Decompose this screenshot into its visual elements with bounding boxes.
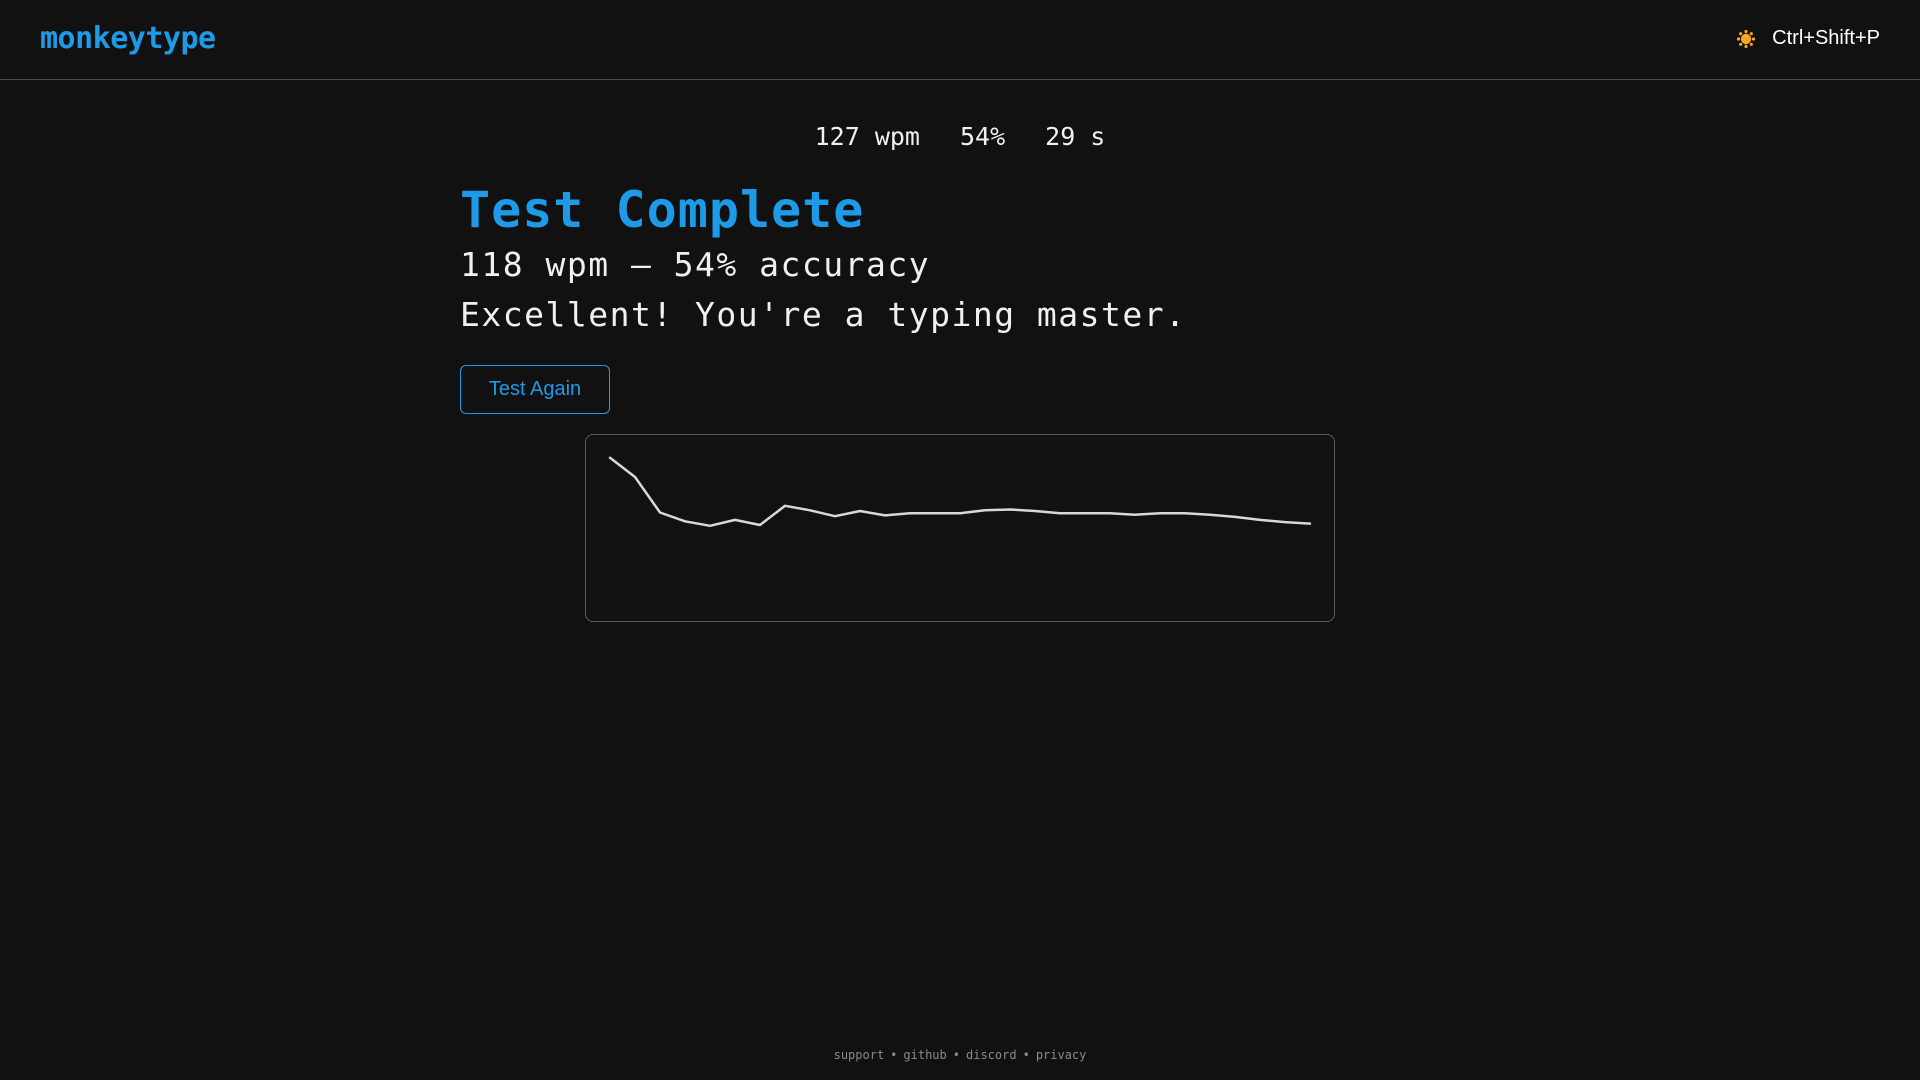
live-time: 29 s: [1045, 122, 1106, 151]
header-right: Ctrl+Shift+P: [1736, 27, 1880, 50]
footer-separator: •: [952, 1048, 960, 1062]
footer-separator: •: [1022, 1048, 1030, 1062]
top-bar: monkeytype Ctrl+Shift+P: [0, 0, 1920, 80]
result-summary: 118 wpm – 54% accuracy: [460, 245, 931, 284]
wpm-chart-svg: [608, 456, 1312, 528]
live-accuracy: 54%: [959, 122, 1006, 151]
live-wpm: 127 wpm: [814, 122, 920, 151]
sun-icon[interactable]: [1736, 29, 1756, 49]
footer: support • github • discord • privacy: [0, 1048, 1920, 1062]
result-title: Test Complete: [460, 181, 865, 239]
command-palette-shortcut[interactable]: Ctrl+Shift+P: [1772, 27, 1880, 50]
footer-link-privacy[interactable]: privacy: [1036, 1048, 1087, 1062]
wpm-chart: [585, 434, 1335, 622]
live-stats: 127 wpm 54% 29 s: [0, 122, 1920, 151]
result-message: Excellent! You're a typing master.: [460, 295, 1187, 334]
wpm-series-line: [608, 456, 1312, 528]
logo[interactable]: monkeytype: [40, 21, 216, 56]
footer-link-github[interactable]: github: [903, 1048, 946, 1062]
footer-link-discord[interactable]: discord: [966, 1048, 1017, 1062]
footer-separator: •: [890, 1048, 898, 1062]
results-panel: Test Complete 118 wpm – 54% accuracy Exc…: [460, 180, 1460, 340]
test-again-button[interactable]: Test Again: [460, 365, 610, 414]
footer-link-support[interactable]: support: [834, 1048, 885, 1062]
